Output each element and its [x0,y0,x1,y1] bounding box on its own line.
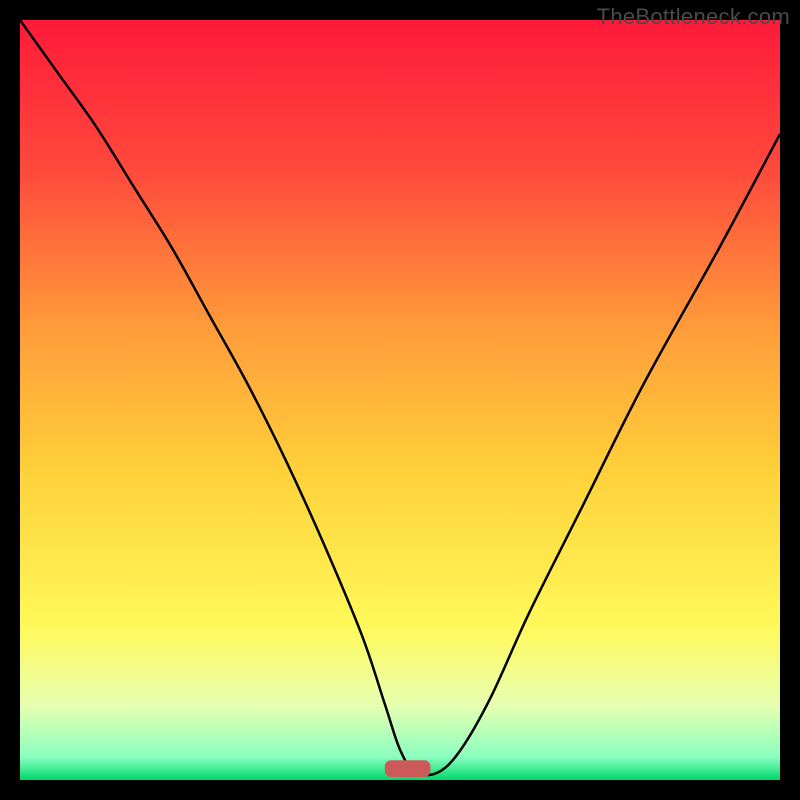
chart-root: TheBottleneck.com [0,0,800,800]
min-point-marker [385,760,431,777]
gradient-background [20,20,780,780]
plot-area [20,20,780,780]
watermark-label: TheBottleneck.com [597,4,790,30]
chart-svg [20,20,780,780]
